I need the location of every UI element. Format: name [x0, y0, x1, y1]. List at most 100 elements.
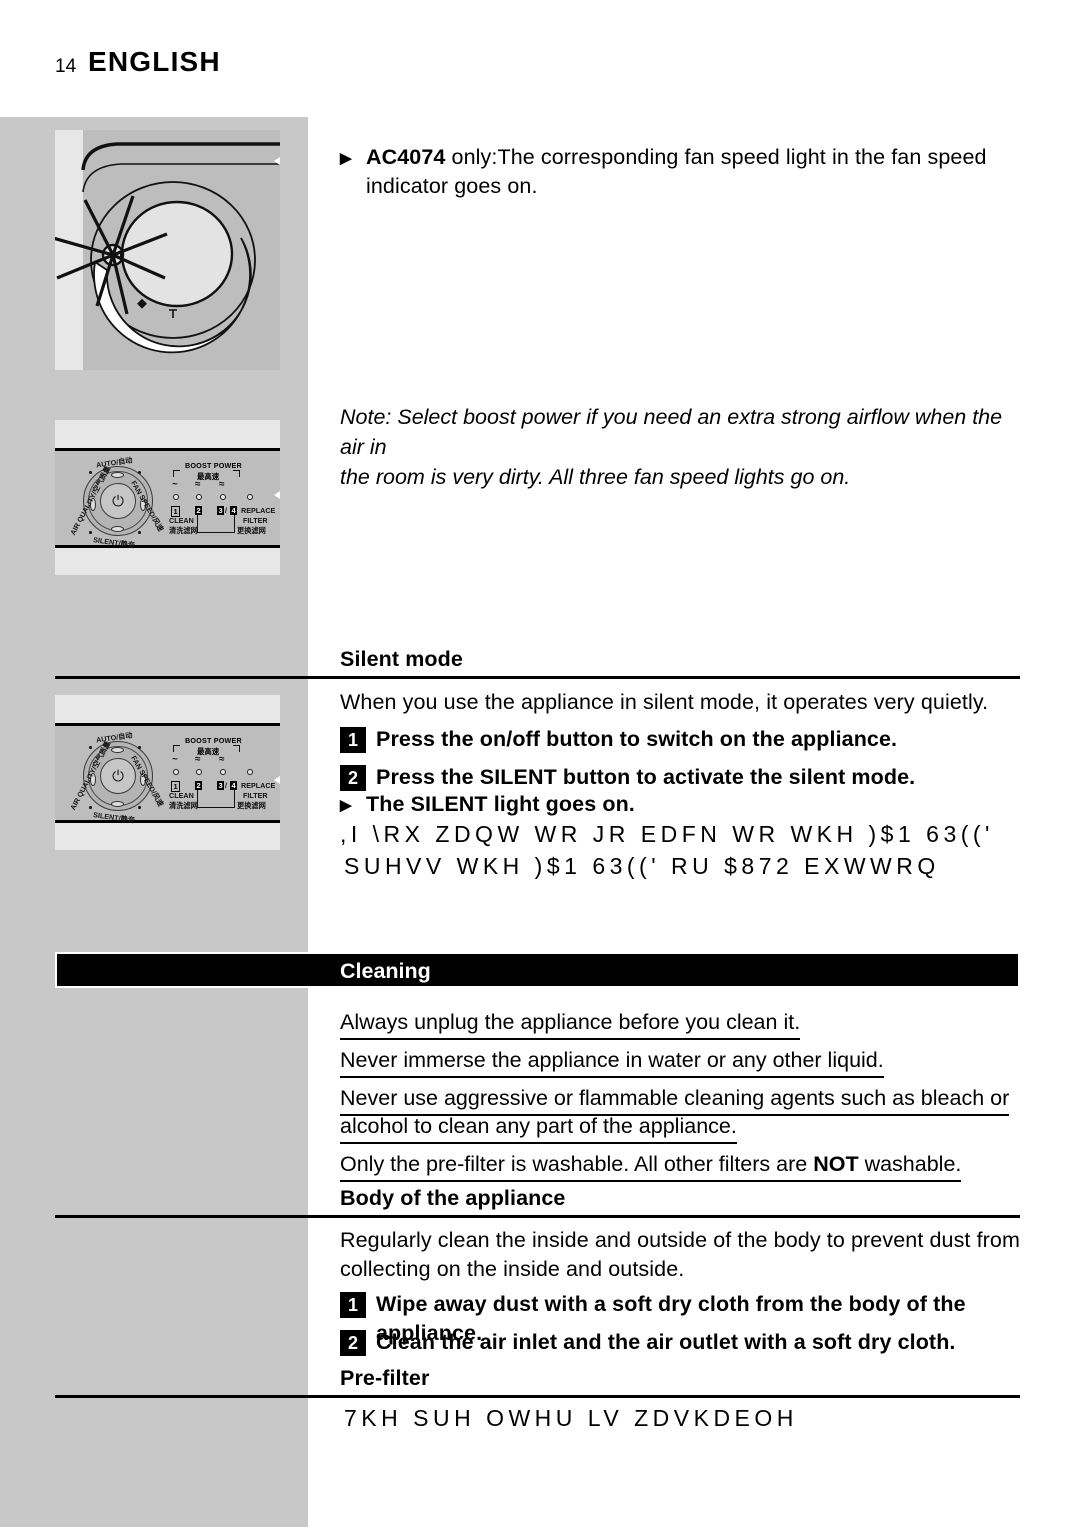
silent-mode-intro: When you use the appliance in silent mod… [340, 690, 989, 714]
bullet-arrow-icon [340, 790, 366, 820]
dial-dot [89, 806, 92, 809]
replace-label-cn: 更换滤网 [237, 801, 266, 810]
indicator-number-3: 3 [217, 506, 225, 515]
warning-unplug: Always unplug the appliance before you c… [340, 1008, 801, 1040]
indicator-slash: / [225, 506, 227, 515]
fan-wave-1-icon: ~ [172, 754, 178, 765]
led-indicator-4 [247, 769, 253, 775]
bullet-silent-light: The SILENT light goes on. [340, 790, 1030, 820]
indicator-cluster: BOOST POWER 最高速 ~ ≈ ≈ 1 2 3 / 4 CLEAN 清洗… [167, 736, 275, 820]
note-boost-power: Note: Select boost power if you need an … [340, 402, 1030, 492]
silent-light-label: SILENT [410, 792, 488, 816]
step-silent-2-post: button to activate the silent mode. [556, 765, 916, 789]
control-dial: ⏻ AUTO/自动 FAN SPEED/风速 SILENT/静音 AIR QUA… [67, 456, 165, 550]
garbled-text-line-1: ,I \RX ZDQW WR JR EDFN WR WKH )$1 63((' [340, 821, 994, 847]
page-title: ENGLISH [88, 46, 221, 77]
indicator-cluster: BOOST POWER 最高速 ~ ≈ ≈ 1 2 3 / 4 CLEAN 清洗… [167, 461, 275, 545]
not-emphasis: NOT [813, 1152, 859, 1176]
filter-label: FILTER [243, 791, 268, 800]
dial-arrow-up-icon [111, 472, 124, 478]
led-indicator-3 [220, 494, 226, 500]
step-number-badge: 1 [340, 727, 366, 753]
boost-bracket-left [173, 470, 180, 477]
figure-control-panel-silent: ⏻ AUTO/自动 FAN SPEED/风速 SILENT/静音 AIR QUA… [55, 695, 280, 850]
page-header: 14 ENGLISH [0, 46, 1080, 90]
clean-label: CLEAN [169, 516, 194, 525]
control-panel-artwork: ⏻ AUTO/自动 FAN SPEED/风速 SILENT/静音 AIR QUA… [55, 448, 280, 550]
boost-bracket-left [173, 745, 180, 752]
prefilter-note-pre: Only the pre-filter is washable. All oth… [340, 1152, 814, 1176]
heading-rule-pre-filter [55, 1395, 1020, 1398]
body-intro-line1: Regularly clean the inside and outside o… [340, 1228, 1020, 1252]
garbled-text-line-2: SUHVV WKH )$1 63((' RU $872 EXWWRQ [344, 853, 940, 879]
led-indicator-3 [220, 769, 226, 775]
body-intro-line2: collecting on the inside and outside. [340, 1257, 685, 1281]
warning-prefilter-washable: Only the pre-filter is washable. All oth… [340, 1150, 962, 1182]
step-body-2: 2 Clean the air inlet and the air outlet… [340, 1328, 1040, 1357]
dial-arrow-up-icon [111, 747, 124, 753]
fan-wave-3-icon: ≈ [219, 479, 225, 490]
dial-dot [89, 471, 92, 474]
heading-silent-mode: Silent mode [340, 647, 463, 671]
control-dial: ⏻ AUTO/自动 FAN SPEED/风速 SILENT/静音 AIR QUA… [67, 731, 165, 825]
replace-label-cn: 更换滤网 [237, 526, 266, 535]
indicator-number-2: 2 [195, 506, 203, 515]
silent-light-post: light goes on. [487, 792, 635, 816]
fan-wave-3-icon: ≈ [219, 754, 225, 765]
dial-dot [138, 471, 141, 474]
ac4074-rest: only:The corresponding fan speed light i… [445, 145, 987, 169]
heading-pre-filter: Pre-filter [340, 1366, 430, 1390]
warning-immerse: Never immerse the appliance in water or … [340, 1046, 884, 1078]
fan-wave-1-icon: ~ [172, 479, 178, 490]
bullet-silent-light-text: The SILENT light goes on. [366, 790, 635, 820]
indicator-number-4: 4 [230, 781, 238, 790]
body-section-intro: Regularly clean the inside and outside o… [340, 1226, 1030, 1284]
led-indicator-2 [196, 494, 202, 500]
indicator-number-3: 3 [217, 781, 225, 790]
ac4074-model-label: AC4074 [366, 145, 446, 169]
note-line-1: Note: Select boost power if you need an … [340, 405, 1003, 459]
led-indicator-1 [173, 769, 179, 775]
dial-dot [138, 746, 141, 749]
prefilter-note-post: washable. [858, 1152, 962, 1176]
clean-label-cn: 清洗滤网 [169, 801, 198, 810]
clean-label-cn: 清洗滤网 [169, 526, 198, 535]
heading-rule-body-of-appliance [55, 1215, 1020, 1218]
led-indicator-1 [173, 494, 179, 500]
fan-wave-2-icon: ≈ [195, 754, 201, 765]
indicator-connector-right [221, 515, 235, 533]
step-silent-2: 2 Press the SILENT button to activate th… [340, 763, 1030, 792]
step-silent-2-pre: Press the [376, 765, 480, 789]
boost-bracket-right [233, 470, 240, 477]
replace-label: REPLACE [241, 506, 276, 515]
bullet-ac4074: AC4074 only:The corresponding fan speed … [340, 143, 1030, 201]
figure-control-panel-fanspeed: ⏻ AUTO/自动 FAN SPEED/风速 SILENT/静音 AIR QUA… [55, 420, 280, 575]
banner-cleaning: Cleaning [55, 952, 1020, 988]
fan-wave-2-icon: ≈ [195, 479, 201, 490]
led-indicator-2 [196, 769, 202, 775]
replace-label: REPLACE [241, 781, 276, 790]
step-body-2-text: Clean the air inlet and the air outlet w… [376, 1330, 956, 1354]
dial-dot [89, 746, 92, 749]
step-number-badge: 2 [340, 1330, 366, 1356]
indicator-slash: / [225, 781, 227, 790]
indicator-connector-left [197, 790, 221, 808]
dial-arrow-down-icon [111, 801, 124, 807]
indicator-connector-right [221, 790, 235, 808]
step-silent-1-text: Press the on/off button to switch on the… [376, 727, 898, 751]
step-number-badge: 2 [340, 765, 366, 791]
dial-label-silent: SILENT/静音 [92, 535, 136, 550]
boost-power-label: BOOST POWER [185, 736, 242, 745]
garbled-text-prefilter: 7KH SUH OWHU LV ZDVKDEOH [344, 1405, 798, 1431]
silent-light-pre: The [366, 792, 411, 816]
heading-rule-silent-mode [55, 676, 1020, 679]
led-indicator-4 [247, 494, 253, 500]
dial-label-silent: SILENT/静音 [92, 810, 136, 825]
step-silent-2-text: Press the SILENT button to activate the … [376, 763, 915, 792]
indicator-connector-left [197, 515, 221, 533]
figure-dial-closeup [55, 130, 280, 370]
filter-label: FILTER [243, 516, 268, 525]
banner-cleaning-label: Cleaning [340, 959, 431, 983]
indicator-number-2: 2 [195, 781, 203, 790]
dial-closeup-illustration [55, 142, 280, 354]
